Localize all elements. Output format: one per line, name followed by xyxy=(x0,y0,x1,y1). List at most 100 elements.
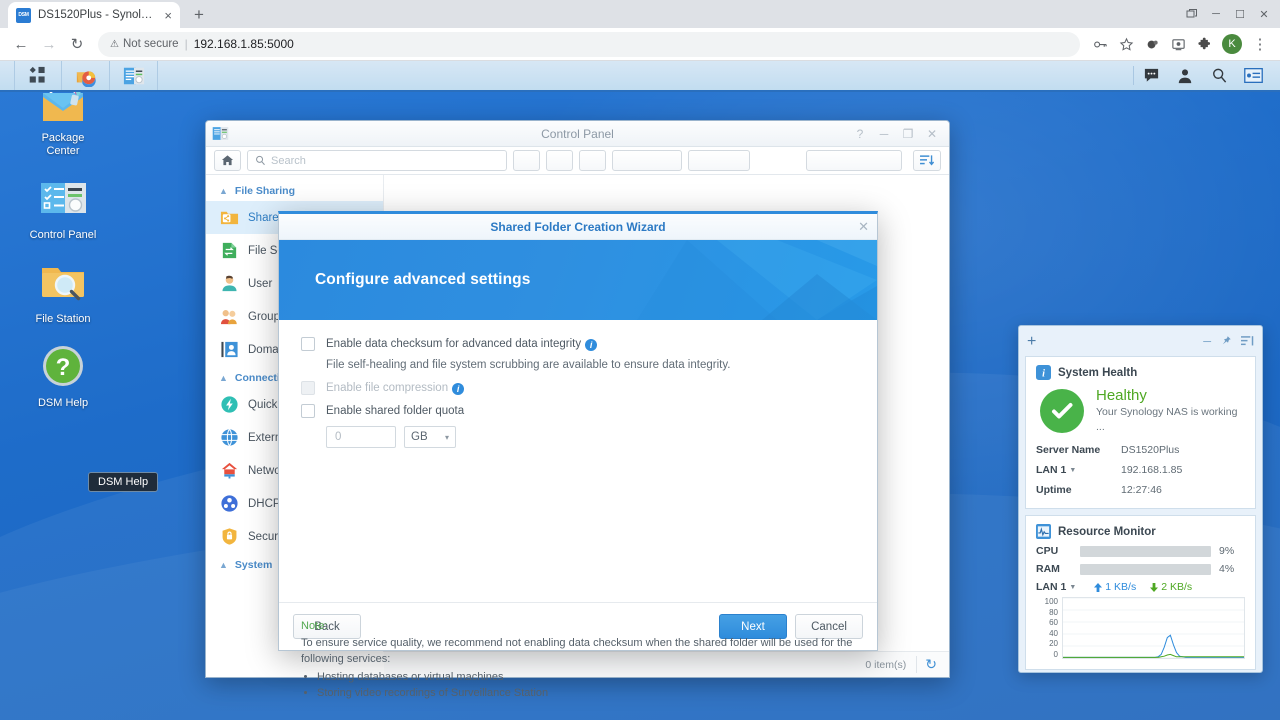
cpu-percent: 9% xyxy=(1219,545,1235,557)
reload-button[interactable]: ↻ xyxy=(64,31,90,57)
security-icon xyxy=(220,527,239,546)
search-input[interactable]: Search xyxy=(247,150,507,171)
quota-unit-select[interactable]: GB ▾ xyxy=(404,426,456,448)
minimize-widgets-icon[interactable]: ─ xyxy=(1203,336,1211,348)
home-button[interactable] xyxy=(214,150,241,171)
wizard-note: Note: To ensure service quality, we reco… xyxy=(301,620,855,701)
y-tick: 100 xyxy=(1044,597,1058,606)
dhcp-server-icon xyxy=(220,494,239,513)
security-label: Not secure xyxy=(122,38,179,50)
info-icon[interactable]: i xyxy=(585,339,598,351)
sidebar-group-file-sharing[interactable]: ▲ File Sharing xyxy=(206,179,383,201)
add-widget-button[interactable]: + xyxy=(1027,334,1036,350)
data-checksum-label: Enable data checksum for advanced data i… xyxy=(326,336,598,352)
info-icon[interactable]: i xyxy=(452,383,465,395)
control-panel-title: Control Panel xyxy=(541,126,614,141)
option-file-compression[interactable]: Enable file compression i xyxy=(301,380,855,396)
info-row-lan1[interactable]: LAN 1 ▼ 192.168.1.85 xyxy=(1036,464,1245,476)
sidebar-group-label: System xyxy=(234,559,273,571)
system-health-text: Healthy Your Synology NAS is working ... xyxy=(1096,386,1245,435)
data-checksum-checkbox[interactable] xyxy=(301,337,315,351)
taskbar-main-menu-button[interactable] xyxy=(14,61,62,90)
profile-avatar[interactable]: K xyxy=(1222,34,1242,54)
minimize-button[interactable]: ─ xyxy=(873,124,895,144)
resource-monitor-widget: Resource Monitor CPU 9% RAM 4% LAN 1 ▼ 1 … xyxy=(1025,515,1256,670)
security-status[interactable]: ⚠ Not secure xyxy=(110,38,179,50)
window-close-icon[interactable]: ✕ xyxy=(1252,2,1276,26)
network-chart: 100 80 60 40 20 0 xyxy=(1036,597,1245,659)
shared-folder-quota-checkbox[interactable] xyxy=(301,404,315,418)
quota-value-input[interactable]: 0 xyxy=(326,426,396,448)
wizard-content: Enable data checksum for advanced data i… xyxy=(279,320,877,699)
toolbar-btn-4[interactable] xyxy=(612,150,682,171)
y-tick: 60 xyxy=(1049,618,1058,628)
control-panel-icon xyxy=(123,67,144,84)
sort-icon xyxy=(920,155,934,166)
browser-tab[interactable]: DSM DS1520Plus - Synology NAS × xyxy=(8,2,180,28)
wizard-close-icon[interactable]: ✕ xyxy=(858,219,869,235)
cpu-row: CPU 9% xyxy=(1036,545,1245,557)
desktop-icon-dsm-help[interactable]: ? DSM Help xyxy=(18,340,108,410)
control-panel-titlebar[interactable]: Control Panel ? ─ ❐ ✕ xyxy=(206,121,949,147)
forward-button[interactable]: → xyxy=(36,31,62,57)
tab-close-icon[interactable]: × xyxy=(164,9,172,22)
health-check-icon xyxy=(1040,388,1084,433)
file-compression-checkbox[interactable] xyxy=(301,381,315,395)
taskbar-control-panel-button[interactable] xyxy=(110,61,158,90)
desktop-icon-label: DSM Help xyxy=(37,397,89,409)
upload-rate: 1 KB/s xyxy=(1094,581,1136,593)
puzzle-icon[interactable] xyxy=(1192,32,1216,56)
item-count-label: 0 item(s) xyxy=(865,658,907,671)
option-data-checksum[interactable]: Enable data checksum for advanced data i… xyxy=(301,336,855,352)
star-icon[interactable] xyxy=(1114,32,1138,56)
chevron-down-icon: ▼ xyxy=(1069,466,1077,474)
domain-icon xyxy=(220,340,239,359)
cast-icon[interactable] xyxy=(1166,32,1190,56)
toolbar-btn-3[interactable] xyxy=(579,150,606,171)
info-key: Uptime xyxy=(1036,484,1072,496)
network-row[interactable]: LAN 1 ▼ 1 KB/s 2 KB/s xyxy=(1036,581,1245,593)
desktop-icon-control-panel[interactable]: Control Panel xyxy=(18,172,108,242)
search-icon[interactable] xyxy=(1202,61,1236,91)
ram-progress-bar xyxy=(1080,563,1211,575)
refresh-icon[interactable]: ↻ xyxy=(916,656,937,673)
browser-menu-icon[interactable]: ⋮ xyxy=(1248,32,1272,56)
chevron-up-icon: ▲ xyxy=(219,186,228,196)
dsm-help-tooltip: DSM Help xyxy=(88,472,159,492)
window-maximize-icon[interactable]: ☐ xyxy=(1228,2,1252,26)
new-tab-button[interactable]: + xyxy=(188,4,210,26)
back-button[interactable]: ← xyxy=(8,31,34,57)
window-minimize-icon[interactable]: ─ xyxy=(1204,2,1228,26)
layout-icon[interactable] xyxy=(1241,335,1254,350)
wizard-titlebar[interactable]: Shared Folder Creation Wizard ✕ xyxy=(279,214,877,240)
system-health-header: i System Health xyxy=(1036,365,1245,380)
widgets-icon[interactable] xyxy=(1236,61,1270,91)
control-panel-toolbar: Search xyxy=(206,147,949,175)
key-icon[interactable] xyxy=(1088,32,1112,56)
taskbar-package-center-button[interactable] xyxy=(62,61,110,90)
address-bar[interactable]: ⚠ Not secure | 192.168.1.85:5000 xyxy=(98,31,1080,57)
taskbar-spacer xyxy=(158,61,1133,90)
pin-icon[interactable] xyxy=(1220,335,1232,350)
option-shared-folder-quota[interactable]: Enable shared folder quota xyxy=(301,403,855,419)
shared-folder-icon xyxy=(220,208,239,227)
toolbar-btn-2[interactable] xyxy=(546,150,573,171)
chevron-up-icon: ▲ xyxy=(219,560,228,570)
sort-button[interactable] xyxy=(913,150,941,171)
extension-ball-icon[interactable] xyxy=(1140,32,1164,56)
note-bullet: Hosting databases or virtual machines xyxy=(317,669,855,685)
desktop-icon-file-station[interactable]: File Station xyxy=(18,256,108,326)
chevron-down-icon: ▼ xyxy=(1069,583,1077,591)
maximize-button[interactable]: ❐ xyxy=(897,124,919,144)
user-account-icon[interactable] xyxy=(1168,61,1202,91)
close-button[interactable]: ✕ xyxy=(921,124,943,144)
toolbar-btn-5[interactable] xyxy=(688,150,750,171)
toolbar-btn-6[interactable] xyxy=(806,150,902,171)
toolbar-btn-1[interactable] xyxy=(513,150,540,171)
warning-triangle-icon: ⚠ xyxy=(110,38,119,50)
window-restore-icon[interactable] xyxy=(1180,2,1204,26)
network-label: LAN 1 ▼ xyxy=(1036,581,1077,593)
help-button[interactable]: ? xyxy=(849,124,871,144)
notifications-icon[interactable] xyxy=(1134,61,1168,91)
home-icon xyxy=(221,155,234,166)
